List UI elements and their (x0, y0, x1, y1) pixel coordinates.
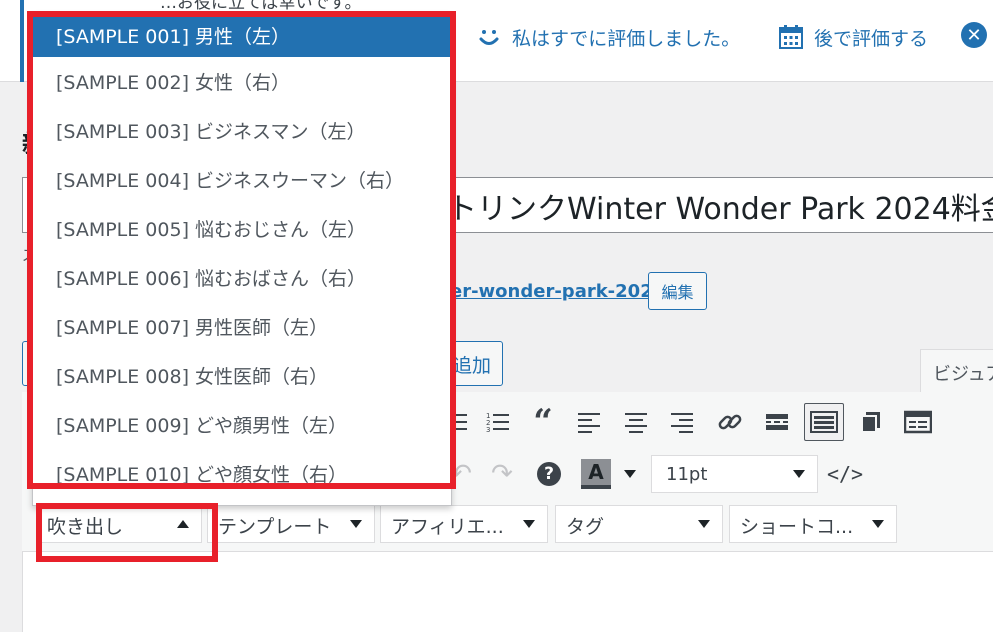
template-dropdown-button[interactable]: テンプレート (207, 505, 375, 543)
shortcode-dropdown-button[interactable]: ショートコ... (729, 505, 897, 543)
help-icon[interactable]: ? (533, 458, 565, 490)
copy-icon[interactable] (855, 406, 887, 438)
highlight-box-fukidashi (36, 503, 218, 562)
rate-later-label: 後で評価する (814, 27, 929, 50)
template-label: テンプレート (218, 516, 332, 538)
toolbar-toggle-icon[interactable] (804, 403, 844, 441)
blockquote-icon[interactable]: “ (527, 402, 559, 442)
chevron-down-icon (793, 470, 805, 478)
chevron-down-icon (872, 520, 884, 528)
align-right-icon[interactable] (666, 406, 698, 438)
calendar-icon (779, 25, 803, 49)
already-rated-label: 私はすでに評価しました。 (512, 27, 741, 50)
chevron-down-icon (350, 520, 362, 528)
align-center-icon[interactable] (620, 406, 652, 438)
svg-text:3: 3 (486, 426, 490, 434)
align-left-icon[interactable] (573, 406, 605, 438)
chevron-down-icon (523, 520, 535, 528)
template-box-icon[interactable] (902, 406, 934, 438)
font-size-select[interactable]: 11pt (651, 455, 818, 493)
tag-dropdown-button[interactable]: タグ (555, 505, 723, 543)
close-circle-icon[interactable]: ✕ (961, 22, 987, 48)
already-rated-link[interactable]: 私はすでに評価しました。 (476, 22, 740, 52)
redo-icon[interactable]: ↷ (486, 458, 518, 490)
rate-later-link[interactable]: 後で評価する (778, 22, 928, 52)
text-color-caret-icon[interactable] (624, 470, 636, 478)
numbered-list-icon[interactable]: 123 (482, 406, 514, 438)
permalink-link[interactable]: er-wonder-park-2024/ (450, 281, 672, 302)
tab-visual[interactable]: ビジュア (920, 349, 993, 393)
permalink-edit-button[interactable]: 編集 (648, 272, 707, 310)
tag-label: タグ (566, 516, 605, 538)
read-more-icon[interactable] (761, 406, 793, 438)
affiliate-label: アフィリエ... (391, 516, 504, 538)
affiliate-dropdown-button[interactable]: アフィリエ... (380, 505, 548, 543)
smile-icon (479, 30, 499, 45)
code-icon[interactable]: </> (827, 458, 863, 490)
font-size-value: 11pt (666, 464, 708, 485)
shortcode-label: ショートコ... (740, 516, 854, 538)
chevron-down-icon (698, 520, 710, 528)
notice-accent-bar (20, 0, 24, 82)
highlight-box-dropdown (27, 11, 456, 489)
link-icon[interactable] (714, 406, 746, 438)
text-color-icon[interactable]: A (580, 458, 612, 490)
